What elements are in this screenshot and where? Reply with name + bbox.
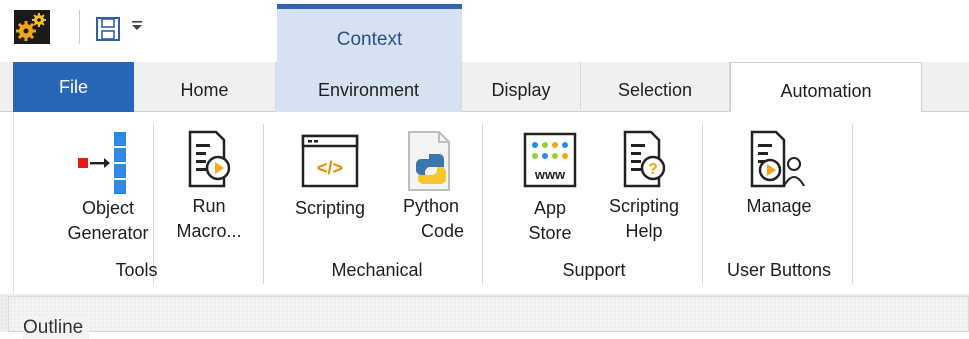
manage-user-buttons-icon <box>750 130 805 188</box>
group-divider-tools <box>263 124 264 284</box>
group-divider-user-buttons <box>852 124 853 284</box>
scripting-help-button[interactable]: ? Scripting Help <box>596 130 692 244</box>
app-store-button[interactable]: www App Store <box>508 132 592 246</box>
python-code-button[interactable]: Python Code <box>386 130 476 244</box>
object-generator-label-line1: Object <box>81 198 135 218</box>
scripting-button[interactable]: </> Scripting <box>282 132 378 221</box>
www-icon-text: www <box>534 167 566 182</box>
outline-pane-header: Outline <box>0 294 969 339</box>
quick-access-divider <box>79 10 80 44</box>
object-generator-label-line2: Generator <box>67 223 149 243</box>
scripting-help-label-line1: Scripting <box>608 196 680 216</box>
gears-icon[interactable] <box>14 10 50 44</box>
svg-text:</>: </> <box>317 158 343 178</box>
scripting-help-icon: ? <box>623 130 666 188</box>
ribbon-tab-row: File Home Environment Display Selection … <box>0 62 969 113</box>
caret-down-icon[interactable] <box>130 18 144 34</box>
run-macro-label-line2: Macro... <box>176 221 242 241</box>
save-icon[interactable] <box>95 16 121 42</box>
manage-label: Manage <box>746 196 812 216</box>
object-generator-button[interactable]: Object Generator <box>47 132 169 246</box>
group-divider-support <box>702 124 703 284</box>
tab-display[interactable]: Display <box>462 62 581 112</box>
quick-access-toolbar: Context <box>0 0 969 62</box>
ribbon-panel-automation: Object Generator Run Macro... Tools </> … <box>13 112 969 294</box>
python-code-label-line2: Code <box>420 221 464 241</box>
tab-automation[interactable]: Automation <box>730 62 922 113</box>
scripting-help-label-line2: Help <box>625 221 663 241</box>
group-divider-mechanical <box>482 124 483 284</box>
svg-text:?: ? <box>648 161 658 178</box>
scripting-icon: </> <box>301 134 359 188</box>
tab-file[interactable]: File <box>13 62 134 112</box>
run-macro-button[interactable]: Run Macro... <box>164 130 254 244</box>
outline-title: Outline <box>23 317 90 339</box>
python-code-label-line1: Python <box>402 196 460 216</box>
group-label-support: Support <box>562 260 626 280</box>
group-label-user-buttons: User Buttons <box>726 260 832 280</box>
run-macro-icon <box>188 130 231 188</box>
outline-title-strip[interactable]: Outline <box>8 296 969 339</box>
tab-environment[interactable]: Environment <box>276 62 462 112</box>
tab-home[interactable]: Home <box>134 62 276 112</box>
manage-button[interactable]: Manage <box>712 130 846 219</box>
object-generator-icon <box>78 132 126 194</box>
scripting-label: Scripting <box>294 198 366 218</box>
app-store-label-line2: Store <box>528 223 572 243</box>
tab-selection[interactable]: Selection <box>581 62 730 112</box>
run-macro-label-line1: Run <box>192 196 226 216</box>
app-store-label-line1: App <box>533 198 567 218</box>
context-tab-group-label: Context <box>277 4 462 62</box>
group-label-tools: Tools <box>115 260 158 280</box>
app-store-icon: www <box>523 132 577 188</box>
group-label-mechanical: Mechanical <box>331 260 423 280</box>
python-file-icon <box>408 131 450 191</box>
